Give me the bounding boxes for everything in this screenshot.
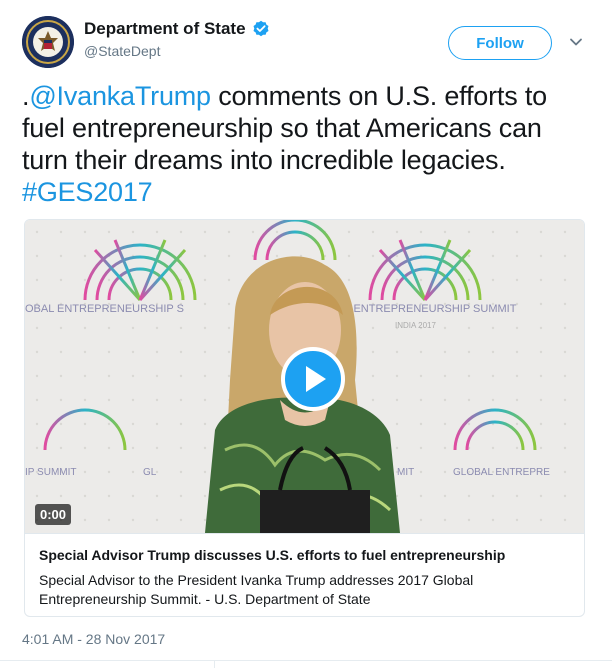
backdrop-text-bottom-left: IP SUMMIT [25,467,76,478]
backdrop-text-bottom-mid: GL [143,467,157,478]
avatar[interactable] [22,16,74,68]
chevron-down-icon[interactable] [568,34,584,50]
play-button[interactable] [281,347,345,411]
card-title[interactable]: Special Advisor Trump discusses U.S. eff… [39,547,570,563]
tweet-timestamp[interactable]: 4:01 AM - 28 Nov 2017 [22,631,165,647]
display-name[interactable]: Department of State [84,19,246,39]
backdrop-text-bottom-right: GLOBAL ENTREPRE [453,467,550,478]
backdrop-text-bottom-mid2: MIT [397,467,414,478]
backdrop-text-left: OBAL ENTREPRENEURSHIP S [25,303,184,315]
video-duration: 0:00 [35,504,72,525]
tweet-header: Department of State @StateDept Follow [22,16,592,68]
footer-divider [0,660,612,661]
media-card[interactable]: OBAL ENTREPRENEURSHIP S BAL ENTREPRENEUR… [24,219,585,617]
backdrop-year: INDIA 2017 [395,321,436,330]
account-handle[interactable]: @StateDept [84,43,270,59]
play-icon [306,366,326,392]
footer-divider-tick [214,660,215,668]
card-description: Special Advisor to the President Ivanka … [39,572,474,607]
display-name-row: Department of State [84,19,270,39]
account-names: Department of State @StateDept [84,19,270,59]
follow-button[interactable]: Follow [448,26,552,60]
hashtag-link[interactable]: #GES2017 [22,177,153,207]
backdrop-text-right: BAL ENTREPRENEURSHIP SUMMIT [330,303,517,315]
video-player[interactable]: OBAL ENTREPRENEURSHIP S BAL ENTREPRENEUR… [25,220,584,533]
mention-link[interactable]: @IvankaTrump [29,81,211,111]
card-info[interactable]: Special Advisor Trump discusses U.S. eff… [25,533,584,616]
verified-icon [253,20,269,37]
tweet-text: .@IvankaTrump comments on U.S. efforts t… [22,80,592,208]
seal-icon [22,16,74,68]
